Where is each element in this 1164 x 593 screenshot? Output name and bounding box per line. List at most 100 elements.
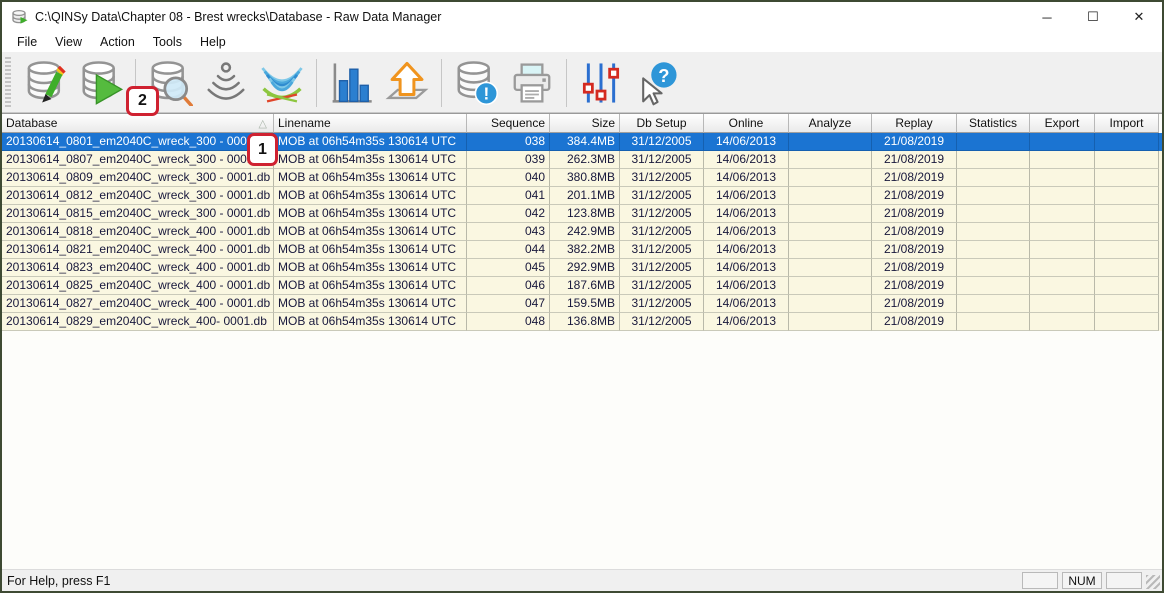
table-row[interactable]: 20130614_0801_em2040C_wreck_300 - 0001.d… xyxy=(2,133,1162,151)
cell-import xyxy=(1095,277,1159,295)
cell-sequence: 044 xyxy=(467,241,550,259)
cell-online: 14/06/2013 xyxy=(704,313,789,331)
menu-tools[interactable]: Tools xyxy=(144,33,191,51)
column-header-database[interactable]: Database △ xyxy=(2,114,274,133)
help-button[interactable]: ? xyxy=(631,57,683,109)
column-header-sequence[interactable]: Sequence xyxy=(467,114,550,133)
cell-export xyxy=(1030,187,1095,205)
column-header-replay[interactable]: Replay xyxy=(872,114,957,133)
cell-replay: 21/08/2019 xyxy=(872,277,957,295)
resize-grip[interactable] xyxy=(1146,575,1160,589)
cell-database: 20130614_0807_em2040C_wreck_300 - 0001.d… xyxy=(2,151,274,169)
column-header-analyze[interactable]: Analyze xyxy=(789,114,872,133)
cell-analyze xyxy=(789,259,872,277)
minimize-button[interactable]: ─ xyxy=(1024,2,1070,32)
cell-analyze xyxy=(789,187,872,205)
menu-action[interactable]: Action xyxy=(91,33,144,51)
cell-sequence: 046 xyxy=(467,277,550,295)
echosounder-button[interactable] xyxy=(200,57,252,109)
close-button[interactable]: ✕ xyxy=(1116,2,1162,32)
cell-size: 242.9MB xyxy=(550,223,620,241)
table-row[interactable]: 20130614_0815_em2040C_wreck_300 - 0001.d… xyxy=(2,205,1162,223)
table-row[interactable]: 20130614_0821_em2040C_wreck_400 - 0001.d… xyxy=(2,241,1162,259)
cell-analyze xyxy=(789,151,872,169)
export-button[interactable] xyxy=(381,57,433,109)
cell-analyze xyxy=(789,133,872,151)
printer-icon xyxy=(509,60,555,106)
cell-database: 20130614_0825_em2040C_wreck_400 - 0001.d… xyxy=(2,277,274,295)
help-cursor-icon: ? xyxy=(634,60,680,106)
cell-online: 14/06/2013 xyxy=(704,169,789,187)
cell-online: 14/06/2013 xyxy=(704,187,789,205)
statistics-button[interactable] xyxy=(325,57,377,109)
database-status-button[interactable]: ! xyxy=(450,57,502,109)
cell-db-setup: 31/12/2005 xyxy=(620,187,704,205)
toolbar-separator xyxy=(566,59,567,107)
table-body: 20130614_0801_em2040C_wreck_300 - 0001.d… xyxy=(2,133,1162,331)
cell-statistics xyxy=(957,205,1030,223)
cell-linename: MOB at 06h54m35s 130614 UTC xyxy=(274,313,467,331)
cell-linename: MOB at 06h54m35s 130614 UTC xyxy=(274,223,467,241)
table-row[interactable]: 20130614_0809_em2040C_wreck_300 - 0001.d… xyxy=(2,169,1162,187)
callout-step-2: 2 xyxy=(126,86,159,116)
table-row[interactable]: 20130614_0829_em2040C_wreck_400- 0001.db… xyxy=(2,313,1162,331)
column-header-export[interactable]: Export xyxy=(1030,114,1095,133)
cell-statistics xyxy=(957,223,1030,241)
cell-db-setup: 31/12/2005 xyxy=(620,259,704,277)
preferences-button[interactable] xyxy=(575,57,627,109)
cell-statistics xyxy=(957,241,1030,259)
cell-import xyxy=(1095,169,1159,187)
cell-linename: MOB at 06h54m35s 130614 UTC xyxy=(274,187,467,205)
database-table: Database △ Linename Sequence Size Db Set… xyxy=(2,113,1162,569)
window-title: C:\QINSy Data\Chapter 08 - Brest wrecks\… xyxy=(35,10,441,24)
cell-database: 20130614_0809_em2040C_wreck_300 - 0001.d… xyxy=(2,169,274,187)
cell-import xyxy=(1095,259,1159,277)
cell-size: 382.2MB xyxy=(550,241,620,259)
cell-analyze xyxy=(789,295,872,313)
edit-database-button[interactable] xyxy=(19,57,71,109)
cell-linename: MOB at 06h54m35s 130614 UTC xyxy=(274,169,467,187)
sliders-icon xyxy=(578,60,624,106)
table-row[interactable]: 20130614_0827_em2040C_wreck_400 - 0001.d… xyxy=(2,295,1162,313)
cell-db-setup: 31/12/2005 xyxy=(620,277,704,295)
column-header-online[interactable]: Online xyxy=(704,114,789,133)
cell-statistics xyxy=(957,133,1030,151)
table-row[interactable]: 20130614_0818_em2040C_wreck_400 - 0001.d… xyxy=(2,223,1162,241)
toolbar-separator xyxy=(316,59,317,107)
title-bar: C:\QINSy Data\Chapter 08 - Brest wrecks\… xyxy=(2,2,1162,32)
cell-size: 159.5MB xyxy=(550,295,620,313)
maximize-button[interactable]: ☐ xyxy=(1070,2,1116,32)
cell-size: 136.8MB xyxy=(550,313,620,331)
cell-size: 201.1MB xyxy=(550,187,620,205)
cell-sequence: 048 xyxy=(467,313,550,331)
svg-text:?: ? xyxy=(658,64,669,85)
column-header-import[interactable]: Import xyxy=(1095,114,1159,133)
table-row[interactable]: 20130614_0823_em2040C_wreck_400 - 0001.d… xyxy=(2,259,1162,277)
table-row[interactable]: 20130614_0825_em2040C_wreck_400 - 0001.d… xyxy=(2,277,1162,295)
toolbar-grip[interactable] xyxy=(5,57,11,109)
database-alert-icon: ! xyxy=(453,60,499,106)
column-header-linename[interactable]: Linename xyxy=(274,114,467,133)
cell-sequence: 045 xyxy=(467,259,550,277)
cell-replay: 21/08/2019 xyxy=(872,313,957,331)
column-header-db-setup[interactable]: Db Setup xyxy=(620,114,704,133)
table-row[interactable]: 20130614_0812_em2040C_wreck_300 - 0001.d… xyxy=(2,187,1162,205)
print-button[interactable] xyxy=(506,57,558,109)
cell-db-setup: 31/12/2005 xyxy=(620,241,704,259)
table-row[interactable]: 20130614_0807_em2040C_wreck_300 - 0001.d… xyxy=(2,151,1162,169)
menu-file[interactable]: File xyxy=(8,33,46,51)
menu-view[interactable]: View xyxy=(46,33,91,51)
cell-sequence: 042 xyxy=(467,205,550,223)
cell-db-setup: 31/12/2005 xyxy=(620,313,704,331)
bar-chart-icon xyxy=(328,60,374,106)
multibeam-swath-button[interactable] xyxy=(256,57,308,109)
cell-analyze xyxy=(789,169,872,187)
cell-sequence: 041 xyxy=(467,187,550,205)
cell-database: 20130614_0815_em2040C_wreck_300 - 0001.d… xyxy=(2,205,274,223)
column-header-statistics[interactable]: Statistics xyxy=(957,114,1030,133)
column-header-size[interactable]: Size xyxy=(550,114,620,133)
menu-help[interactable]: Help xyxy=(191,33,235,51)
cell-export xyxy=(1030,259,1095,277)
toolbar: ! ? xyxy=(2,53,1162,113)
replay-database-button[interactable] xyxy=(75,57,127,109)
